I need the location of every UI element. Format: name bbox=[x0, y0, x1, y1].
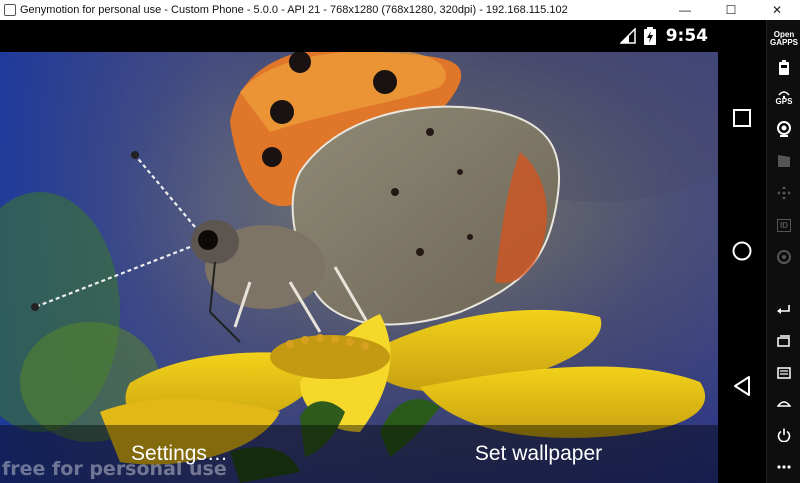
opengapps-label-bottom: GAPPS bbox=[769, 38, 798, 47]
back-tool-button[interactable] bbox=[767, 300, 800, 318]
set-wallpaper-button[interactable]: Set wallpaper bbox=[359, 425, 718, 483]
close-button[interactable]: ✕ bbox=[754, 0, 800, 20]
genymotion-app-icon bbox=[4, 4, 16, 16]
recents-square-icon[interactable] bbox=[732, 108, 752, 128]
webcam-tool-button[interactable] bbox=[767, 120, 800, 138]
personal-use-watermark: free for personal use bbox=[2, 458, 227, 480]
menu-icon bbox=[777, 367, 791, 379]
gps-tool-button[interactable]: GPS bbox=[767, 88, 800, 108]
back-triangle-icon[interactable] bbox=[731, 375, 753, 397]
power-icon bbox=[777, 428, 791, 442]
clapperboard-icon bbox=[778, 155, 790, 167]
minimize-button[interactable]: — bbox=[662, 0, 708, 20]
window-titlebar: Genymotion for personal use - Custom Pho… bbox=[0, 0, 800, 20]
battery-tool-button[interactable] bbox=[767, 58, 800, 76]
device-id-tool-button[interactable]: ID bbox=[767, 216, 800, 234]
home-tool-button[interactable] bbox=[767, 394, 800, 412]
id-label: ID bbox=[777, 218, 791, 232]
capture-tool-button[interactable] bbox=[767, 152, 800, 170]
menu-tool-button[interactable] bbox=[767, 364, 800, 382]
webcam-icon bbox=[777, 121, 791, 137]
opengapps-button[interactable]: Open GAPPS bbox=[767, 28, 800, 50]
disk-io-tool-button[interactable] bbox=[767, 248, 800, 266]
battery-charging-icon bbox=[643, 27, 656, 45]
status-clock: 9:54 bbox=[665, 26, 708, 46]
home-tool-icon bbox=[777, 401, 791, 407]
more-dots-icon bbox=[777, 465, 791, 469]
recent-apps-icon bbox=[777, 335, 790, 347]
back-arrow-icon bbox=[777, 305, 790, 314]
dpad-icon bbox=[777, 186, 791, 200]
dpad-tool-button[interactable] bbox=[767, 184, 800, 202]
disk-icon bbox=[777, 250, 791, 264]
genymotion-side-toolbar: Open GAPPS GPS ID bbox=[766, 20, 800, 483]
wallpaper-preview[interactable]: Settings… Set wallpaper free for persona… bbox=[0, 52, 718, 483]
android-navigation-bar bbox=[718, 20, 766, 483]
home-circle-icon[interactable] bbox=[731, 240, 753, 262]
genymotion-window: Genymotion for personal use - Custom Pho… bbox=[0, 0, 800, 483]
more-options-tool-button[interactable] bbox=[767, 458, 800, 476]
recent-apps-tool-button[interactable] bbox=[767, 332, 800, 350]
android-status-bar: 9:54 bbox=[0, 20, 718, 52]
battery-tool-icon bbox=[779, 59, 789, 75]
maximize-button[interactable]: ☐ bbox=[708, 0, 754, 20]
butterfly-wallpaper-image bbox=[0, 52, 718, 483]
power-tool-button[interactable] bbox=[767, 426, 800, 444]
window-title: Genymotion for personal use - Custom Pho… bbox=[20, 4, 568, 16]
signal-icon bbox=[619, 28, 636, 44]
gps-label: GPS bbox=[775, 96, 793, 106]
